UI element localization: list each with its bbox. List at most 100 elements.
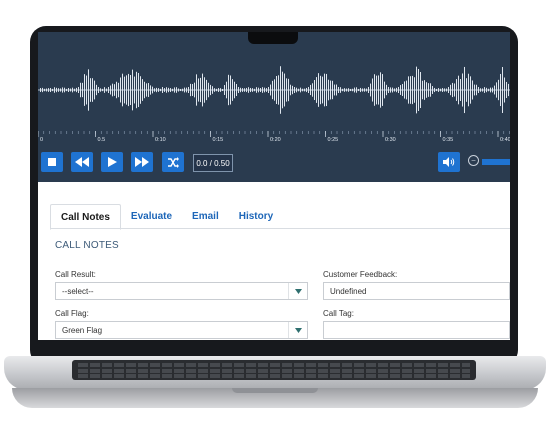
waveform-bar — [184, 87, 185, 93]
waveform-bar — [506, 81, 507, 99]
waveform-bar — [488, 88, 489, 92]
waveform-bar — [270, 84, 271, 96]
waveform-bar — [316, 77, 317, 103]
waveform-bar — [342, 88, 343, 92]
player-controls: 0.0 / 0.50 − — [38, 150, 510, 176]
waveform-bar — [76, 87, 77, 93]
waveform-bar — [346, 88, 347, 92]
chevron-down-icon[interactable] — [288, 322, 307, 338]
customer-feedback-value: Undefined — [330, 286, 367, 296]
tab-divider — [50, 228, 510, 229]
waveform-bar — [384, 81, 385, 99]
waveform-bar — [426, 82, 427, 98]
waveform-bar — [368, 87, 369, 93]
stop-button[interactable] — [41, 152, 63, 172]
waveform-bar — [352, 88, 353, 92]
waveform-bar — [400, 85, 401, 95]
waveform-bar — [174, 87, 175, 93]
waveform-bar — [74, 88, 75, 92]
call-flag-select[interactable]: Green Flag — [55, 321, 308, 339]
waveform-bar — [194, 82, 195, 98]
volume-button[interactable] — [438, 152, 460, 172]
play-button[interactable] — [101, 152, 123, 172]
waveform-bar — [126, 75, 127, 105]
customer-feedback-label: Customer Feedback: — [323, 270, 398, 279]
waveform-bar — [240, 87, 241, 93]
customer-feedback-field[interactable]: Undefined — [323, 282, 510, 300]
waveform-bar — [272, 80, 273, 100]
waveform-bar — [162, 87, 163, 93]
fast-forward-button[interactable] — [131, 152, 153, 172]
volume-slider[interactable] — [482, 159, 510, 165]
waveform-bar — [370, 83, 371, 97]
waveform-bar — [200, 77, 201, 103]
waveform-bar — [148, 83, 149, 97]
timeline[interactable]: 0 0.5 0:10 0:15 0:20 0:25 0:30 0:35 0:40 — [38, 130, 510, 143]
call-tag-field[interactable] — [323, 321, 510, 339]
waveform-bar — [508, 83, 509, 97]
timeline-tick-label: 0:35 — [443, 137, 454, 143]
waveform-bar — [130, 74, 131, 106]
waveform-bar — [56, 87, 57, 93]
shuffle-button[interactable] — [162, 152, 184, 172]
waveform-bar — [100, 88, 101, 92]
waveform-bar — [498, 79, 499, 101]
waveform[interactable] — [38, 50, 510, 130]
waveform-bar — [188, 87, 189, 93]
shuffle-icon — [168, 156, 179, 168]
tab-email[interactable]: Email — [182, 204, 229, 228]
waveform-bar — [298, 88, 299, 92]
rewind-button[interactable] — [71, 152, 93, 172]
waveform-bar — [322, 76, 323, 104]
waveform-bar — [344, 88, 345, 92]
play-icon — [108, 157, 117, 167]
waveform-bar — [202, 73, 203, 107]
time-display: 0.0 / 0.50 — [193, 154, 233, 172]
chevron-down-icon[interactable] — [288, 283, 307, 299]
waveform-bar — [170, 88, 171, 92]
waveform-bar — [42, 87, 43, 93]
waveform-bar — [408, 76, 409, 104]
waveform-bar — [106, 88, 107, 92]
waveform-bar — [286, 78, 287, 102]
waveform-bar — [146, 83, 147, 97]
waveform-bar — [152, 86, 153, 94]
waveform-bar — [206, 79, 207, 101]
waveform-bar — [314, 80, 315, 100]
waveform-bar — [468, 73, 469, 107]
waveform-bar — [208, 82, 209, 98]
tab-history[interactable]: History — [229, 204, 283, 228]
call-result-select[interactable]: --select-- — [55, 282, 308, 300]
waveform-bar — [190, 83, 191, 97]
minus-icon[interactable]: − — [468, 155, 479, 166]
waveform-bar — [80, 82, 81, 98]
timeline-tick-label: 0:10 — [155, 137, 166, 143]
waveform-bar — [432, 86, 433, 94]
waveform-bar — [364, 88, 365, 92]
waveform-bar — [462, 73, 463, 107]
waveform-bar — [290, 84, 291, 96]
waveform-bar — [292, 85, 293, 95]
waveform-bar — [396, 87, 397, 93]
call-flag-value: Green Flag — [62, 325, 103, 335]
waveform-bar — [66, 88, 67, 92]
waveform-bar — [252, 88, 253, 92]
waveform-bar — [388, 87, 389, 93]
waveform-bar — [216, 88, 217, 92]
speaker-icon — [443, 157, 455, 167]
tab-call-notes[interactable]: Call Notes — [50, 204, 121, 230]
waveform-bar — [164, 88, 165, 92]
tab-bar: Call Notes Evaluate Email History — [50, 204, 283, 230]
waveform-bar — [402, 83, 403, 97]
waveform-bar — [78, 87, 79, 93]
waveform-bar — [118, 82, 119, 98]
tab-evaluate[interactable]: Evaluate — [121, 204, 182, 228]
waveform-bar — [492, 87, 493, 93]
waveform-bar — [464, 66, 465, 114]
waveform-bar — [218, 88, 219, 92]
waveform-bar — [476, 84, 477, 96]
timeline-tick-label: 0.5 — [98, 137, 106, 143]
waveform-bar — [354, 87, 355, 93]
waveform-bar — [82, 82, 83, 98]
waveform-bar — [220, 88, 221, 92]
